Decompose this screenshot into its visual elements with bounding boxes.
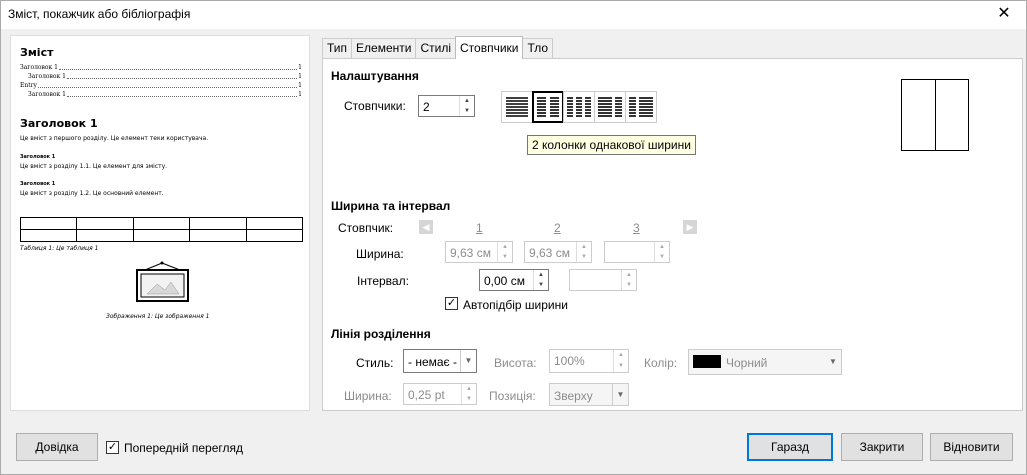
picture-frame-icon	[136, 261, 189, 302]
preview-paragraph: Це вміст з розділу 1.1. Це елемент для з…	[20, 163, 168, 170]
spin-up-icon[interactable]: ▲	[462, 384, 476, 394]
column-number-3: 3	[633, 221, 640, 235]
preview-image-caption: Зображення 1: Це зображення 1	[106, 313, 210, 320]
preview-toc-line: Entry 1	[20, 82, 302, 89]
settings-section-title: Налаштування	[331, 69, 419, 83]
separator-height-spinner[interactable]: 100% ▲ ▼	[549, 349, 629, 373]
preview-toc-line: Заголовок 11	[28, 91, 302, 98]
separator-section-title: Лінія розділення	[331, 327, 431, 341]
spin-down-icon[interactable]: ▼	[655, 252, 669, 262]
spin-up-icon[interactable]: ▲	[622, 270, 636, 280]
preset-tooltip: 2 колонки однакової ширини	[527, 135, 696, 155]
separator-color-label: Колір:	[644, 356, 678, 370]
preview-paragraph: Це вміст з розділу 1.2. Це основний елем…	[20, 190, 164, 197]
spin-up-icon[interactable]: ▲	[655, 242, 669, 252]
width-col3-spinner[interactable]: ▲ ▼	[604, 241, 670, 263]
document-preview: Зміст Заголовок 11 Заголовок 11 Entry 1 З…	[10, 35, 310, 411]
preview-paragraph: Це вміст з першого розділу. Це елемент т…	[20, 135, 209, 142]
spin-down-icon[interactable]: ▼	[462, 394, 476, 404]
spacing-col2-spinner[interactable]: ▲ ▼	[569, 269, 637, 291]
columns-count-spinner[interactable]: 2 ▲ ▼	[418, 95, 475, 117]
close-button[interactable]: Закрити	[841, 433, 923, 461]
tab-bar: Тип Елементи Стилі Стовпчики Тло	[322, 36, 554, 59]
preset-2-columns-right-wide-icon[interactable]	[625, 91, 657, 123]
separator-width-label: Ширина:	[344, 389, 392, 403]
spacing-label: Інтервал:	[357, 274, 409, 288]
separator-width-spinner[interactable]: 0,25 pt ▲ ▼	[403, 383, 477, 405]
preview-checkbox[interactable]: ✓	[106, 441, 119, 454]
chevron-down-icon: ▼	[612, 384, 628, 405]
preview-toc-title: Зміст	[20, 46, 54, 59]
column-number-1: 1	[476, 221, 483, 235]
width-col2-spinner[interactable]: 9,63 см ▲ ▼	[524, 241, 592, 263]
preview-table-caption: Таблиця 1: Це таблиця 1	[20, 245, 99, 252]
separator-height-label: Висота:	[494, 356, 537, 370]
spin-down-icon[interactable]: ▼	[577, 252, 591, 262]
columns-count-label: Стовпчики:	[344, 99, 406, 113]
preset-3-columns-icon[interactable]	[563, 91, 595, 123]
spin-down-icon[interactable]: ▼	[622, 280, 636, 290]
chevron-down-icon: ▼	[460, 350, 476, 372]
spin-up-icon[interactable]: ▲	[614, 350, 628, 361]
column-divider	[935, 80, 936, 150]
preview-table	[19, 217, 304, 242]
spin-down-icon[interactable]: ▼	[534, 280, 548, 290]
preview-subheading: Заголовок 1	[20, 181, 56, 187]
tab-styles[interactable]: Стилі	[415, 38, 456, 59]
width-col1-spinner[interactable]: 9,63 см ▲ ▼	[445, 241, 513, 263]
spin-up-icon[interactable]: ▲	[534, 270, 548, 280]
preview-toc-line: Заголовок 11	[20, 64, 302, 71]
separator-position-label: Позиція:	[489, 389, 536, 403]
preset-2-columns-equal-icon[interactable]	[532, 91, 564, 123]
spin-down-icon[interactable]: ▼	[460, 106, 474, 116]
preview-toc-line: Заголовок 11	[28, 73, 302, 80]
column-left-arrow-icon[interactable]: ◀	[419, 220, 433, 234]
preview-subheading: Заголовок 1	[20, 154, 56, 160]
autofit-checkbox[interactable]: ✓	[445, 297, 458, 310]
tab-background[interactable]: Тло	[522, 38, 554, 59]
chevron-down-icon: ▼	[829, 357, 837, 366]
ok-button[interactable]: Гаразд	[747, 433, 833, 461]
column-presets	[501, 91, 657, 123]
dialog-window: Зміст, покажчик або бібліографія ✕ Зміст…	[0, 0, 1027, 475]
close-icon[interactable]: ✕	[982, 1, 1026, 29]
spin-up-icon[interactable]: ▲	[577, 242, 591, 252]
column-right-arrow-icon[interactable]: ▶	[683, 220, 697, 234]
preview-heading: Заголовок 1	[20, 117, 98, 130]
autofit-label[interactable]: Автопідбір ширини	[463, 298, 568, 312]
width-spacing-section-title: Ширина та інтервал	[331, 199, 451, 213]
tab-columns[interactable]: Стовпчики	[455, 36, 524, 59]
help-button[interactable]: Довідка	[16, 433, 98, 461]
separator-color-select[interactable]: Чорний ▼	[688, 349, 842, 375]
preset-2-columns-left-wide-icon[interactable]	[594, 91, 626, 123]
width-label: Ширина:	[356, 247, 404, 261]
preset-1-column-icon[interactable]	[501, 91, 533, 123]
color-swatch	[693, 355, 721, 368]
tab-type[interactable]: Тип	[322, 38, 353, 59]
spin-up-icon[interactable]: ▲	[460, 96, 474, 106]
preview-checkbox-label[interactable]: Попередній перегляд	[124, 441, 243, 455]
separator-style-label: Стиль:	[356, 356, 394, 370]
column-number-2: 2	[554, 221, 561, 235]
window-title: Зміст, покажчик або бібліографія	[8, 7, 191, 21]
separator-style-select[interactable]: - немає - ▼	[403, 349, 477, 373]
columns-layout-preview	[901, 79, 969, 151]
reset-button[interactable]: Відновити	[930, 433, 1013, 461]
spacing-col1-spinner[interactable]: 0,00 см ▲ ▼	[479, 269, 549, 291]
tab-entries[interactable]: Елементи	[351, 38, 417, 59]
title-bar: Зміст, покажчик або бібліографія ✕	[1, 1, 1026, 29]
spin-down-icon[interactable]: ▼	[498, 252, 512, 262]
spin-down-icon[interactable]: ▼	[614, 361, 628, 372]
column-label: Стовпчик:	[338, 221, 394, 235]
separator-position-select[interactable]: Зверху ▼	[549, 383, 629, 406]
spin-up-icon[interactable]: ▲	[498, 242, 512, 252]
